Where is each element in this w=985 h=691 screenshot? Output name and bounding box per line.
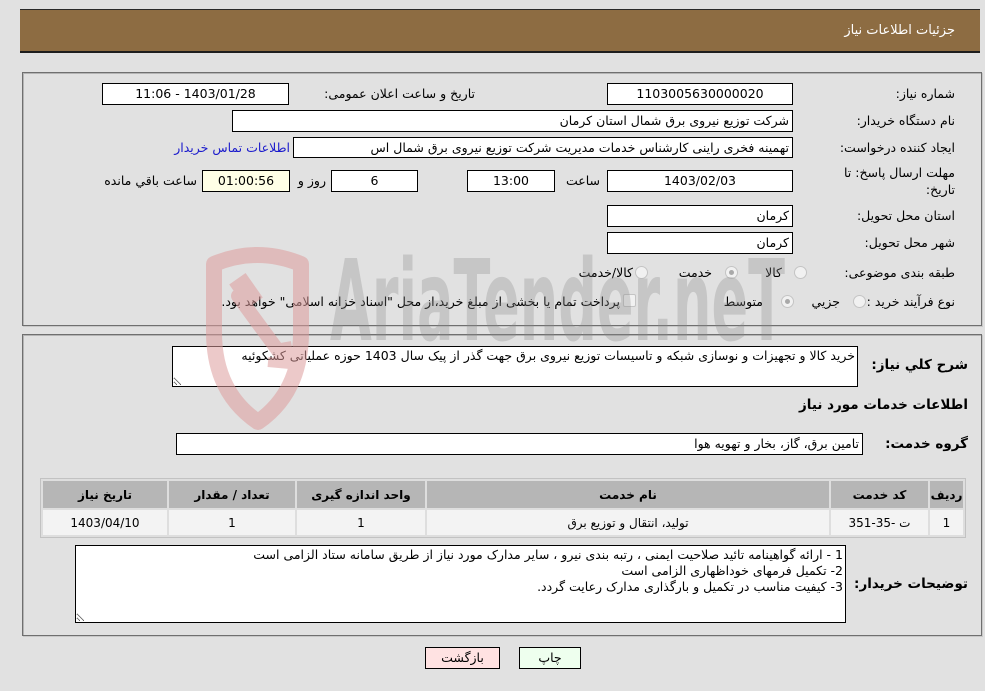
services-heading: اطلاعات خدمات مورد نیاز: [798, 397, 968, 413]
description-label: شرح کلي نیاز:: [871, 357, 968, 373]
cell-service-code: ت -35-351: [831, 510, 928, 535]
remaining-time-field[interactable]: 01:00:56: [202, 170, 290, 192]
deadline-time-label: ساعت: [565, 173, 600, 188]
page-title: جزئیات اطلاعات نیاز: [844, 23, 955, 38]
cell-service-name: تولید، انتقال و توزیع برق: [427, 510, 829, 535]
announce-datetime-label: تاریخ و ساعت اعلان عمومی:: [324, 86, 475, 101]
purchase-type-radio-minor[interactable]: [853, 295, 866, 308]
buyer-org-label: نام دستگاه خریدار:: [856, 113, 955, 128]
print-button[interactable]: چاپ: [519, 647, 581, 669]
cell-row-number: 1: [930, 510, 963, 535]
cell-quantity: 1: [169, 510, 295, 535]
col-header-need-date: تاریخ نیاز: [43, 481, 167, 508]
days-label: روز و: [297, 173, 326, 188]
buyer-notes-label: توضیحات خریدار:: [854, 576, 968, 592]
deadline-date-field[interactable]: 1403/02/03: [607, 170, 793, 192]
table-row: 1 ت -35-351 تولید، انتقال و توزیع برق 1 …: [43, 510, 963, 535]
cell-unit: 1: [297, 510, 425, 535]
purchase-type-option-medium: متوسط: [723, 294, 763, 309]
col-header-service-code: کد خدمت: [831, 481, 928, 508]
city-label: شهر محل تحویل:: [864, 235, 955, 250]
buyer-notes-textarea[interactable]: 1 - ارائه گواهینامه تائید صلاحیت ایمنی ،…: [75, 545, 846, 623]
deadline-time-field[interactable]: 13:00: [467, 170, 555, 192]
remaining-days-field[interactable]: 6: [331, 170, 418, 192]
need-number-label: شماره نیاز:: [895, 86, 955, 101]
deadline-label-line2: تاریخ:: [925, 182, 955, 197]
col-header-service-name: نام خدمت: [427, 481, 829, 508]
col-header-unit: واحد اندازه گیری: [297, 481, 425, 508]
category-option-goods: کالا: [765, 265, 782, 280]
category-radio-service[interactable]: [725, 266, 738, 279]
description-textarea[interactable]: خرید کالا و تجهیزات و نوسازی شبکه و تاسی…: [172, 346, 858, 387]
city-field[interactable]: کرمان: [607, 232, 793, 254]
back-button[interactable]: بازگشت: [425, 647, 500, 669]
services-table: ردیف کد خدمت نام خدمت واحد اندازه گیری ت…: [40, 478, 966, 538]
province-field[interactable]: کرمان: [607, 205, 793, 227]
requester-label: ایجاد کننده درخواست:: [839, 140, 955, 155]
cell-need-date: 1403/04/10: [43, 510, 167, 535]
treasury-checkbox-label: پرداخت تمام یا بخشی از مبلغ خرید،از محل …: [221, 294, 620, 309]
buyer-org-field[interactable]: شرکت توزیع نیروی برق شمال استان کرمان: [232, 110, 793, 132]
purchase-type-radio-medium[interactable]: [781, 295, 794, 308]
announce-datetime-field[interactable]: 1403/01/28 - 11:06: [102, 83, 289, 105]
services-table-header: ردیف کد خدمت نام خدمت واحد اندازه گیری ت…: [43, 481, 963, 508]
requester-field[interactable]: تهمینه فخری راینی کارشناس خدمات مدیریت ش…: [293, 137, 793, 158]
category-option-service: خدمت: [678, 265, 712, 280]
purchase-type-option-minor: جزيي: [811, 294, 840, 309]
service-group-field[interactable]: تامین برق، گاز، بخار و تهویه هوا: [176, 433, 863, 455]
page-header: جزئیات اطلاعات نیاز: [20, 9, 980, 53]
purchase-type-label: نوع فرآیند خرید :: [866, 294, 955, 309]
col-header-row-number: ردیف: [930, 481, 963, 508]
need-number-field[interactable]: 1103005630000020: [607, 83, 793, 105]
category-radio-goods-service[interactable]: [635, 266, 648, 279]
category-label: طبقه بندی موضوعی:: [844, 265, 955, 280]
treasury-checkbox[interactable]: [623, 294, 636, 307]
remaining-time-label: ساعت باقي مانده: [104, 173, 197, 188]
service-group-label: گروه خدمت:: [885, 436, 968, 452]
category-radio-goods[interactable]: [794, 266, 807, 279]
col-header-quantity: تعداد / مقدار: [169, 481, 295, 508]
deadline-label-line1: مهلت ارسال پاسخ: تا: [844, 165, 955, 180]
buyer-contact-link[interactable]: اطلاعات تماس خریدار: [174, 140, 290, 156]
province-label: استان محل تحویل:: [856, 208, 955, 223]
category-option-goods-service: کالا/خدمت: [578, 265, 633, 280]
